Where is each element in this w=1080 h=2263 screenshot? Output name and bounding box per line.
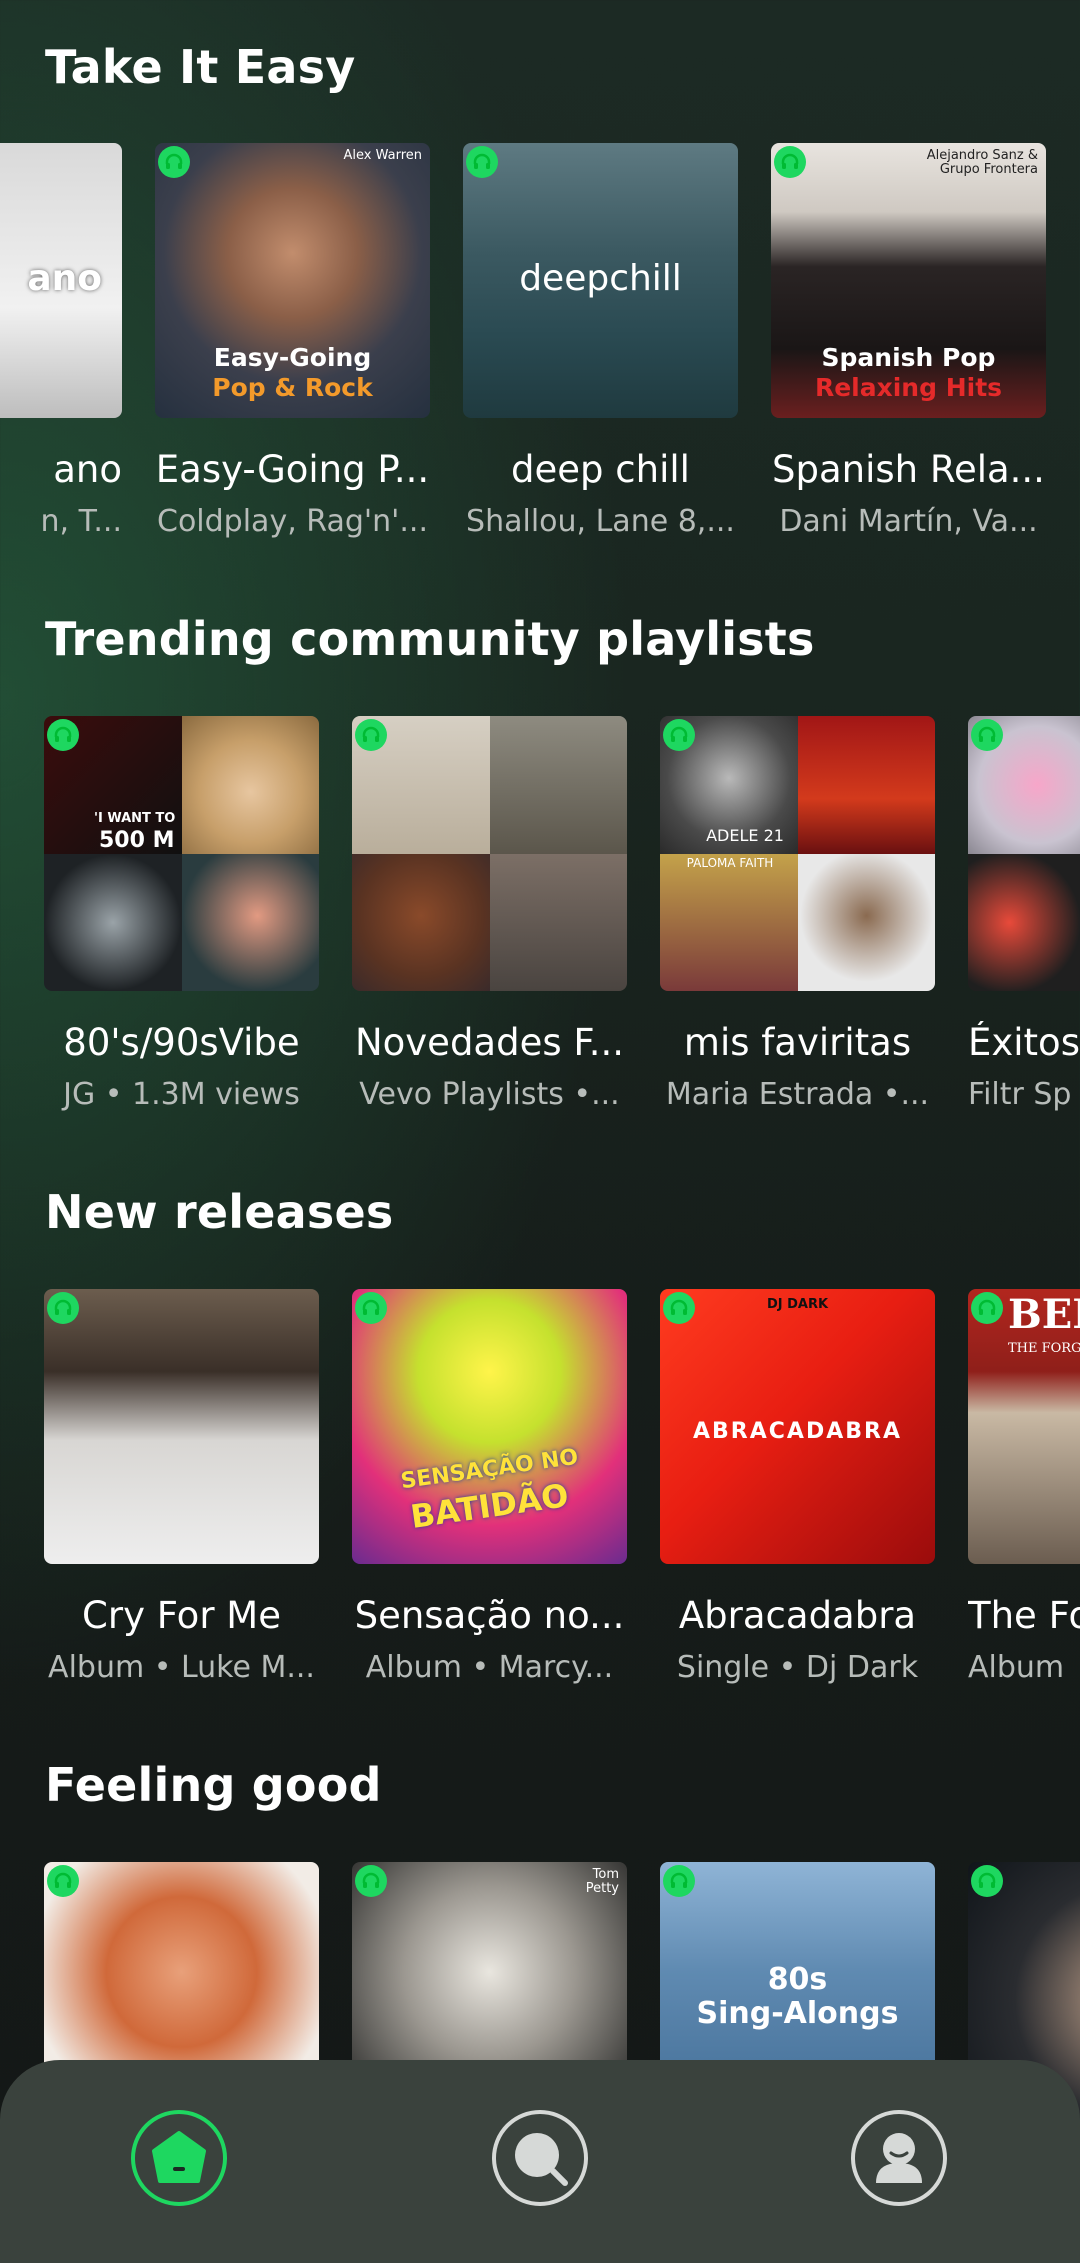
card-title: The Fo xyxy=(968,1594,1080,1637)
card-title: Éxitos xyxy=(968,1021,1080,1064)
card-title: deep chill xyxy=(511,448,690,491)
nav-search-button[interactable] xyxy=(492,2110,588,2206)
headphones-icon xyxy=(158,146,190,178)
artist-tag: DJ DARK xyxy=(766,1297,829,1312)
section-title[interactable]: New releases xyxy=(45,1185,393,1239)
cover-text-line1: BEE xyxy=(1008,1291,1080,1338)
headphones-icon xyxy=(355,719,387,751)
cover-text-line2: 500 M xyxy=(99,828,175,853)
artist-tag-line2: Grupo Frontera xyxy=(939,162,1038,177)
card-title: 80's/90sVibe xyxy=(63,1021,300,1064)
card-title: ano xyxy=(53,448,122,491)
card-subtitle: Maria Estrada •... xyxy=(665,1077,930,1112)
headphones-icon xyxy=(47,1865,79,1897)
card-title: mis faviritas xyxy=(683,1021,912,1064)
cover-text: ano xyxy=(27,258,102,299)
home-icon xyxy=(152,2131,206,2183)
artist-tag: Tom Petty xyxy=(586,1868,619,1896)
search-icon xyxy=(515,2133,568,2186)
card-subtitle: JG • 1.3M views xyxy=(63,1077,300,1112)
headphones-icon xyxy=(466,146,498,178)
cover-text: deepchill xyxy=(519,258,682,299)
headphones-icon xyxy=(47,719,79,751)
card-subtitle: Dani Martín, Va... xyxy=(779,504,1038,539)
headphones-icon xyxy=(355,1865,387,1897)
artist-tag-line1: Alejandro Sanz & xyxy=(926,148,1038,163)
card-title: Novedades F... xyxy=(354,1021,625,1064)
headphones-icon xyxy=(355,1292,387,1324)
nav-profile-button[interactable] xyxy=(851,2110,947,2206)
section-title[interactable]: Trending community playlists xyxy=(45,612,815,666)
profile-icon xyxy=(876,2133,922,2183)
card-subtitle: Album xyxy=(968,1650,1065,1685)
nav-home-button[interactable] xyxy=(131,2110,227,2206)
section-title[interactable]: Feeling good xyxy=(45,1758,382,1812)
cover-text-line1: ADELE 21 xyxy=(706,826,784,845)
cover-text: ABRACADABRA xyxy=(693,1419,902,1444)
cover-text-line1: Spanish Pop xyxy=(821,343,996,372)
card-subtitle: Shallou, Lane 8,... xyxy=(466,504,735,539)
cover-text-line2: THE FORGOTT xyxy=(1008,1341,1080,1356)
card-subtitle: n, T... xyxy=(40,504,122,539)
headphones-icon xyxy=(663,719,695,751)
headphones-icon xyxy=(663,1865,695,1897)
artist-tag: Alex Warren xyxy=(343,148,422,163)
headphones-icon xyxy=(47,1292,79,1324)
headphones-icon xyxy=(774,146,806,178)
cover-text-line2: Relaxing Hits xyxy=(814,373,1003,402)
cover-text-line2: PALOMA FAITH xyxy=(686,856,774,870)
cover-text-line1: 80s xyxy=(767,1962,828,1997)
bottom-navigation xyxy=(0,2060,1080,2263)
card-subtitle: Coldplay, Rag'n'... xyxy=(157,504,428,539)
artist-tag-line2: Petty xyxy=(585,1881,619,1896)
card-title: Easy-Going P... xyxy=(155,448,430,491)
cover-text-line1: 'I WANT TO xyxy=(94,811,176,826)
cover-text-line1: Easy-Going xyxy=(213,343,372,372)
card-title: Sensação no... xyxy=(354,1594,625,1637)
artist-tag: Alejandro Sanz & Grupo Frontera xyxy=(927,149,1038,177)
card-title: Cry For Me xyxy=(82,1594,281,1637)
cover-text-line2: Sing-Alongs xyxy=(696,1996,899,2031)
card-subtitle: Vevo Playlists •... xyxy=(359,1077,620,1112)
headphones-icon xyxy=(971,1865,1003,1897)
card-title: Spanish Rela... xyxy=(772,448,1045,491)
card-subtitle: Album • Luke M... xyxy=(48,1650,315,1685)
artist-tag-line1: Tom xyxy=(592,1867,619,1882)
card-subtitle: Single • Dj Dark xyxy=(676,1650,919,1685)
card-subtitle: Album • Marcy... xyxy=(365,1650,614,1685)
card-subtitle: Filtr Sp xyxy=(968,1077,1072,1112)
headphones-icon xyxy=(971,719,1003,751)
headphones-icon xyxy=(971,1292,1003,1324)
cover-text-line2: Pop & Rock xyxy=(212,373,373,402)
card-title: Abracadabra xyxy=(678,1594,917,1637)
section-title[interactable]: Take It Easy xyxy=(45,40,355,94)
